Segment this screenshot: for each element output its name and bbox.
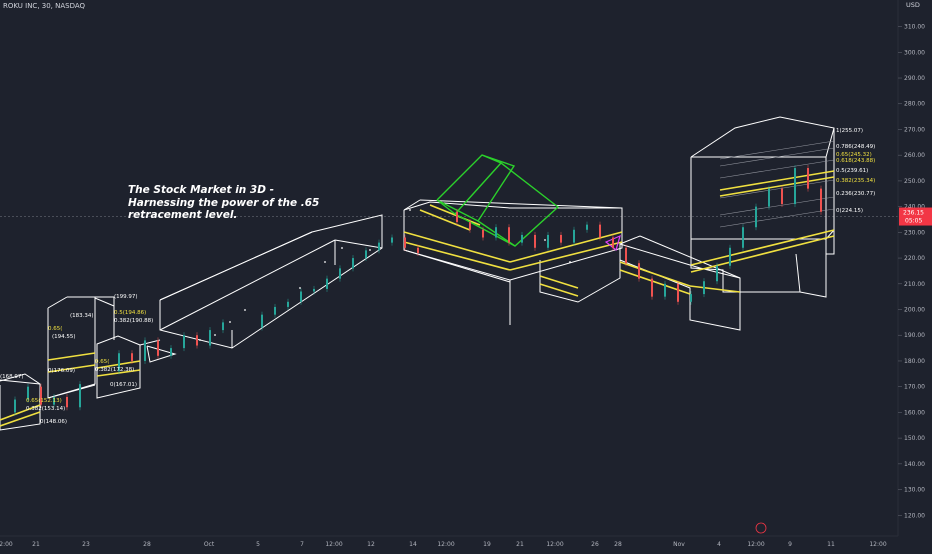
time-tick-label: 4 [717, 541, 721, 548]
time-tick-label: 12 [367, 541, 375, 548]
wave-dot [569, 261, 571, 263]
time-tick-label: Nov [673, 541, 685, 548]
wave-dot [544, 239, 546, 241]
time-tick-label: 12:00 [869, 541, 886, 548]
price-tick-label: 260.00 [904, 152, 925, 159]
chart-canvas[interactable]: (199.97) 0.5(194.86) 0.382(190.88) (183.34)… [0, 0, 932, 550]
wave-dot [214, 334, 216, 336]
price-tick-label: 250.00 [904, 178, 925, 185]
fib-label: (183.34) [70, 313, 94, 319]
time-tick-label: 12:00 [437, 541, 454, 548]
fib-label: 0(148.06) [40, 419, 67, 425]
time-tick-label: 19 [483, 541, 491, 548]
current-price-label: 236.15 [903, 210, 924, 217]
fib-label: 0.382(153.14) [26, 406, 65, 412]
fib-label: 0.382(235.34) [836, 178, 875, 184]
time-tick-label: Oct [204, 541, 215, 548]
time-tick-label: 5 [256, 541, 260, 548]
time-tick-label: 28 [143, 541, 151, 548]
price-tick-label: 310.00 [904, 24, 925, 31]
time-tick-label: 14 [409, 541, 417, 548]
fib-label: (168.97) [0, 374, 24, 380]
time-tick-label: 12:00 [747, 541, 764, 548]
wave-dot [409, 209, 411, 211]
price-tick-label: 200.00 [904, 307, 925, 314]
price-tick-label: 210.00 [904, 281, 925, 288]
chart-background [0, 0, 932, 550]
chart-annotation: The Stock Market in 3D - Harnessing the … [128, 184, 320, 221]
price-tick-label: 130.00 [904, 487, 925, 494]
price-tick-label: 280.00 [904, 101, 925, 108]
wave-dot [299, 287, 301, 289]
time-tick-label: 21 [32, 541, 40, 548]
price-tick-label: 150.00 [904, 435, 925, 442]
fib-label: 0(176.09) [48, 368, 75, 374]
wave-dot [341, 247, 343, 249]
wave-dot [324, 261, 326, 263]
fib-label: 0.618(243.88) [836, 158, 875, 164]
fib-label: 0.382(190.88) [114, 318, 153, 324]
fib-label: 0.5(239.61) [836, 168, 868, 174]
wave-dot [369, 249, 371, 251]
wave-dot [229, 321, 231, 323]
fib-label: 0(224.15) [836, 208, 863, 214]
time-tick-label: 28 [614, 541, 622, 548]
time-tick-label: 11 [827, 541, 835, 548]
current-price-timer: 05:05 [905, 218, 922, 225]
price-tick-label: 270.00 [904, 126, 925, 133]
currency-label[interactable]: USD [906, 1, 920, 9]
price-tick-label: 120.00 [904, 512, 925, 519]
fib-label: 0.382(172.38) [95, 367, 134, 373]
time-tick-label: 9 [788, 541, 792, 548]
fib-label: 0.236(230.77) [836, 191, 875, 197]
fib-label: 1(255.07) [836, 128, 863, 134]
time-tick-label: 26 [591, 541, 599, 548]
symbol-header[interactable]: ROKU INC, 30, NASDAQ [3, 2, 85, 10]
price-tick-label: 290.00 [904, 75, 925, 82]
chart-svg[interactable]: (199.97) 0.5(194.86) 0.382(190.88) (183.34)… [0, 0, 932, 550]
fib-label: (199.97) [114, 294, 138, 300]
price-tick-label: 140.00 [904, 461, 925, 468]
wave-dot [199, 339, 201, 341]
price-tick-label: 190.00 [904, 332, 925, 339]
fib-label: 0.5(194.86) [114, 310, 146, 316]
time-tick-label: 23 [82, 541, 90, 548]
fib-label: 0.65(152.13) [26, 398, 62, 404]
fib-label: 0.65( [48, 326, 62, 332]
price-tick-label: 180.00 [904, 358, 925, 365]
fib-label: 0.65( [95, 359, 109, 365]
fib-label: 0.786(248.49) [836, 144, 875, 150]
time-tick-label: 7 [300, 541, 304, 548]
fib-label: (194.55) [52, 334, 76, 340]
price-tick-label: 170.00 [904, 384, 925, 391]
time-tick-label: 12:00 [325, 541, 342, 548]
fib-label: 0(167.01) [110, 382, 137, 388]
wave-dot [244, 309, 246, 311]
price-tick-label: 230.00 [904, 229, 925, 236]
time-tick-label: 12:00 [546, 541, 563, 548]
price-tick-label: 300.00 [904, 49, 925, 56]
price-tick-label: 160.00 [904, 409, 925, 416]
time-tick-label: 21 [516, 541, 524, 548]
time-tick-label: 2:00 [0, 541, 13, 548]
price-tick-label: 220.00 [904, 255, 925, 262]
